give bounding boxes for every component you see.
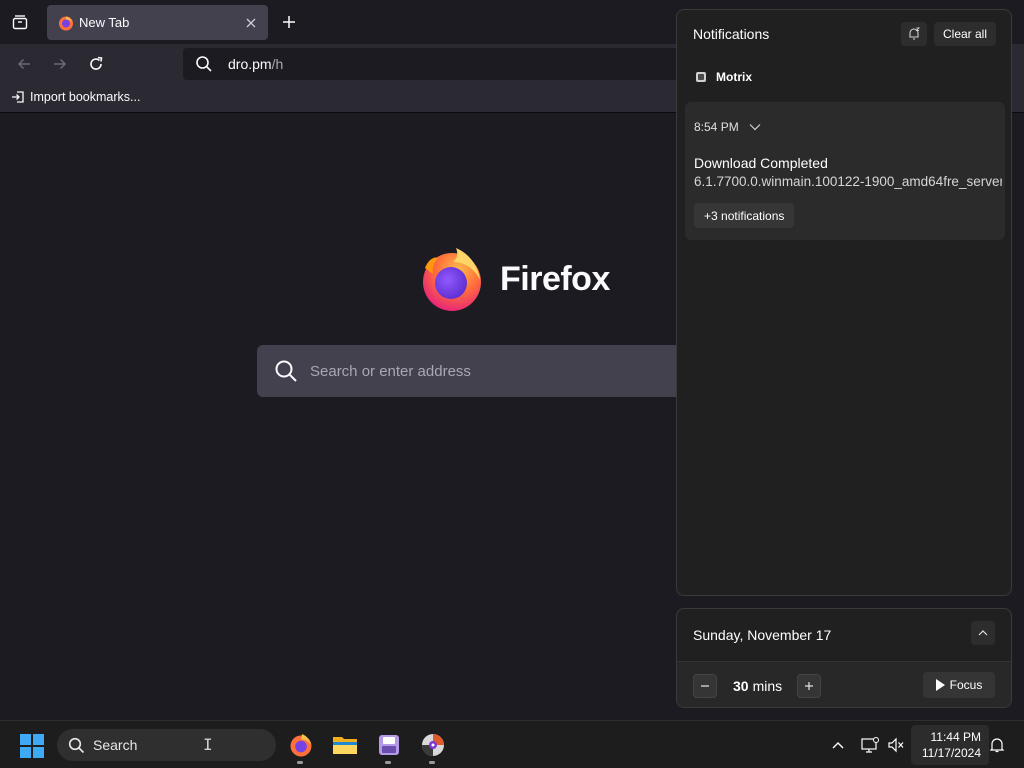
url-text: dro.pm/h — [228, 56, 283, 72]
firefox-logo-icon — [423, 248, 481, 311]
firefox-favicon-icon — [59, 16, 73, 30]
tab-title: New Tab — [79, 15, 130, 30]
taskbar: Search I 11:44 PM 11/17/2024 — [0, 720, 1024, 768]
start-button[interactable] — [20, 734, 44, 758]
import-bookmarks-label: Import bookmarks... — [30, 90, 141, 104]
plus-icon — [283, 16, 295, 28]
show-hidden-icons-button[interactable] — [829, 733, 847, 757]
clear-all-button[interactable]: Clear all — [934, 22, 996, 46]
windows-logo-pane — [20, 747, 31, 758]
back-arrow-icon — [17, 58, 30, 70]
notification-body: 6.1.7700.0.winmain.100122-1900_amd64fre_… — [694, 174, 1002, 189]
chevron-up-icon — [978, 630, 988, 636]
running-indicator — [429, 761, 435, 764]
import-icon — [12, 91, 24, 103]
file-explorer-icon — [333, 737, 357, 754]
reload-button[interactable] — [84, 52, 108, 76]
windows-logo-pane — [20, 734, 31, 745]
network-status-button[interactable] — [859, 733, 881, 757]
search-icon — [275, 360, 297, 382]
taskbar-search-label: Search — [93, 737, 138, 753]
motrix-app-icon — [696, 72, 706, 82]
url-host: dro.pm — [228, 56, 272, 72]
forward-button[interactable] — [48, 52, 72, 76]
url-path: /h — [271, 56, 284, 72]
notification-center-title: Notifications — [693, 26, 770, 42]
focus-label: Focus — [949, 678, 983, 692]
notification-time: 8:54 PM — [694, 120, 761, 134]
floppy-app-icon — [379, 735, 399, 755]
search-icon — [196, 56, 212, 72]
new-tab-button[interactable] — [277, 10, 301, 34]
chevron-up-icon — [832, 742, 844, 749]
taskbar-app-firefox[interactable] — [285, 729, 317, 764]
calendar-panel: Sunday, November 17 30 mins Focus — [676, 608, 1012, 708]
text-cursor-icon: I — [203, 735, 213, 754]
notification-heading: Download Completed — [694, 155, 828, 171]
notification-time-text: 8:54 PM — [694, 120, 739, 134]
taskbar-app-media-player[interactable] — [417, 729, 449, 764]
windows-logo-pane — [33, 734, 44, 745]
tab-list-icon — [12, 15, 28, 30]
notification-card[interactable]: 8:54 PM Download Completed 6.1.7700.0.wi… — [685, 102, 1005, 240]
calendar-date: Sunday, November 17 — [693, 627, 832, 643]
bell-icon — [989, 738, 1005, 753]
minus-icon — [701, 685, 709, 687]
volume-button[interactable] — [885, 733, 907, 757]
windows-logo-pane — [33, 747, 44, 758]
focus-minutes-unit: mins — [752, 678, 783, 694]
firefox-wordmark: Firefox — [500, 259, 610, 298]
decrease-minutes-button[interactable] — [693, 674, 717, 698]
search-icon — [68, 737, 85, 753]
reload-icon — [90, 56, 103, 70]
play-icon — [935, 679, 945, 691]
newtab-search-input[interactable]: Search or enter address — [257, 345, 717, 397]
back-button[interactable] — [12, 52, 36, 76]
increase-minutes-button[interactable] — [797, 674, 821, 698]
taskbar-search-box[interactable]: Search I — [57, 729, 276, 761]
notification-app-name: Motrix — [716, 70, 752, 84]
firefox-icon — [290, 734, 312, 757]
more-notifications-button[interactable]: +3 notifications — [694, 203, 795, 228]
taskbar-app-file-explorer[interactable] — [329, 729, 361, 761]
forward-arrow-icon — [54, 58, 67, 70]
chevron-down-icon[interactable] — [749, 123, 761, 131]
media-player-icon — [422, 734, 444, 756]
do-not-disturb-button[interactable] — [901, 22, 927, 46]
snooze-bell-icon — [909, 27, 921, 40]
focus-duration: 30 mins — [733, 678, 782, 694]
clock-date: 11/17/2024 — [921, 746, 981, 760]
running-indicator — [297, 761, 303, 764]
speaker-muted-icon — [888, 737, 904, 753]
close-icon — [246, 18, 256, 27]
focus-session-row: 30 mins Focus — [677, 661, 1011, 707]
search-placeholder: Search or enter address — [310, 362, 471, 380]
taskbar-app-floppy[interactable] — [373, 729, 405, 764]
list-all-tabs-button[interactable] — [8, 10, 32, 34]
import-bookmarks-button[interactable]: Import bookmarks... — [11, 90, 140, 104]
plus-icon — [805, 682, 813, 690]
running-indicator — [385, 761, 391, 764]
address-bar[interactable]: dro.pm/h — [183, 48, 703, 80]
focus-minutes-value: 30 — [733, 678, 749, 694]
taskbar-clock[interactable]: 11:44 PM 11/17/2024 — [911, 725, 989, 765]
notification-app-header: Motrix — [696, 70, 752, 84]
tab-close-button[interactable] — [239, 11, 263, 35]
network-icon — [861, 737, 879, 753]
focus-start-button[interactable]: Focus — [923, 672, 995, 698]
notification-bell-button[interactable] — [986, 733, 1008, 757]
tab-new-tab[interactable]: New Tab — [47, 5, 268, 40]
firefox-logo: Firefox — [420, 246, 610, 312]
calendar-collapse-button[interactable] — [971, 621, 995, 645]
notification-center: Notifications Clear all Motrix 8:54 PM D… — [676, 9, 1012, 596]
clock-time: 11:44 PM — [930, 730, 981, 744]
